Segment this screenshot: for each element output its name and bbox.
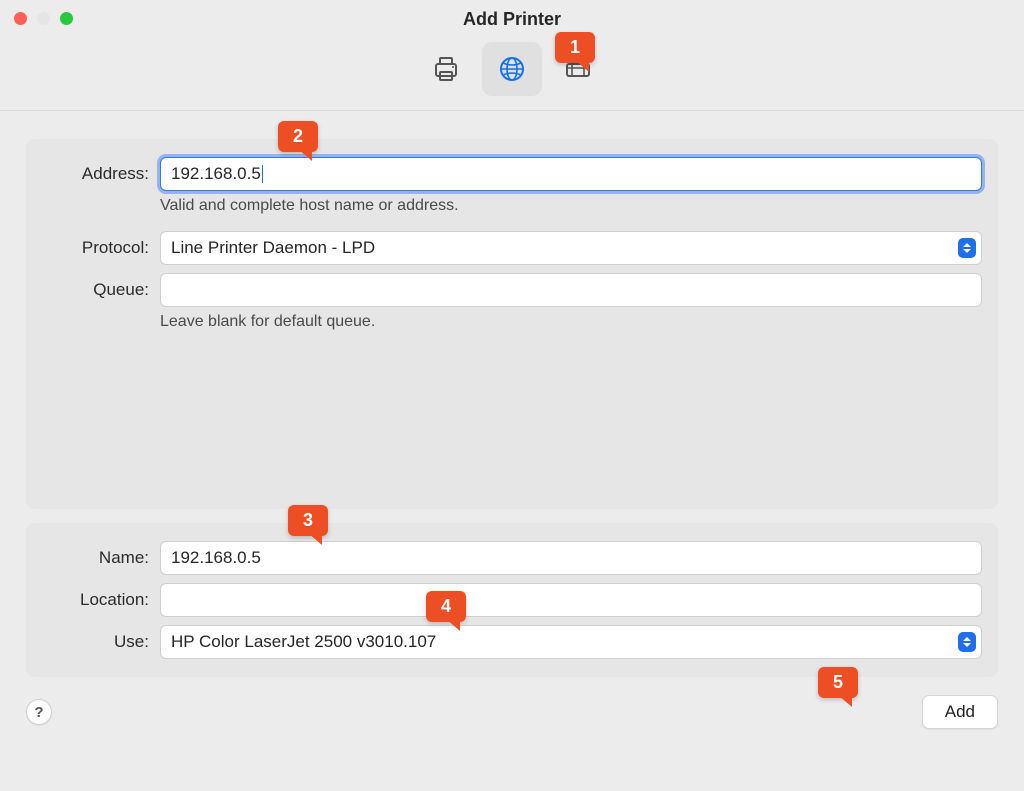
name-field[interactable]	[160, 541, 982, 575]
divider	[0, 110, 1024, 111]
chevrons-icon	[958, 632, 976, 652]
address-help-text: Valid and complete host name or address.	[160, 197, 459, 215]
zoom-window-button[interactable]	[60, 12, 73, 25]
window-title: Add Printer	[463, 9, 561, 30]
window-controls	[14, 12, 73, 25]
location-label: Location:	[36, 590, 160, 610]
callout-2: 2	[278, 121, 318, 152]
globe-icon	[496, 53, 528, 85]
add-button-label: Add	[945, 702, 975, 721]
tab-bar: 1	[0, 38, 1024, 110]
close-window-button[interactable]	[14, 12, 27, 25]
content-area: Address: 192.168.0.5 Valid and complete …	[0, 139, 1024, 791]
queue-label: Queue:	[36, 280, 160, 300]
address-label: Address:	[36, 164, 160, 184]
callout-4: 4	[426, 591, 466, 622]
text-cursor	[262, 165, 263, 183]
tab-default[interactable]	[416, 42, 476, 96]
connection-panel: Address: 192.168.0.5 Valid and complete …	[26, 139, 998, 509]
protocol-label: Protocol:	[36, 238, 160, 258]
chevrons-icon	[958, 238, 976, 258]
identity-panel: Name: Location: Use: HP Color LaserJet 2…	[26, 523, 998, 677]
help-button[interactable]: ?	[26, 699, 52, 725]
help-icon: ?	[34, 704, 43, 721]
minimize-window-button[interactable]	[37, 12, 50, 25]
titlebar: Add Printer	[0, 0, 1024, 38]
name-label: Name:	[36, 548, 160, 568]
use-label: Use:	[36, 632, 160, 652]
callout-5: 5	[818, 667, 858, 698]
add-printer-window: Add Printer	[0, 0, 1024, 791]
printer-icon	[430, 53, 462, 85]
tab-ip[interactable]	[482, 42, 542, 96]
location-field[interactable]	[160, 583, 982, 617]
callout-1: 1	[555, 32, 595, 63]
address-field[interactable]: 192.168.0.5	[160, 157, 982, 191]
callout-3: 3	[288, 505, 328, 536]
queue-help-text: Leave blank for default queue.	[160, 313, 375, 331]
queue-field[interactable]	[160, 273, 982, 307]
protocol-select[interactable]: Line Printer Daemon - LPD	[160, 231, 982, 265]
protocol-value: Line Printer Daemon - LPD	[160, 231, 982, 265]
use-value: HP Color LaserJet 2500 v3010.107	[160, 625, 982, 659]
add-button[interactable]: Add	[922, 695, 998, 729]
address-value: 192.168.0.5	[171, 164, 261, 184]
footer: ? Add 5	[26, 695, 998, 737]
use-select[interactable]: HP Color LaserJet 2500 v3010.107	[160, 625, 982, 659]
